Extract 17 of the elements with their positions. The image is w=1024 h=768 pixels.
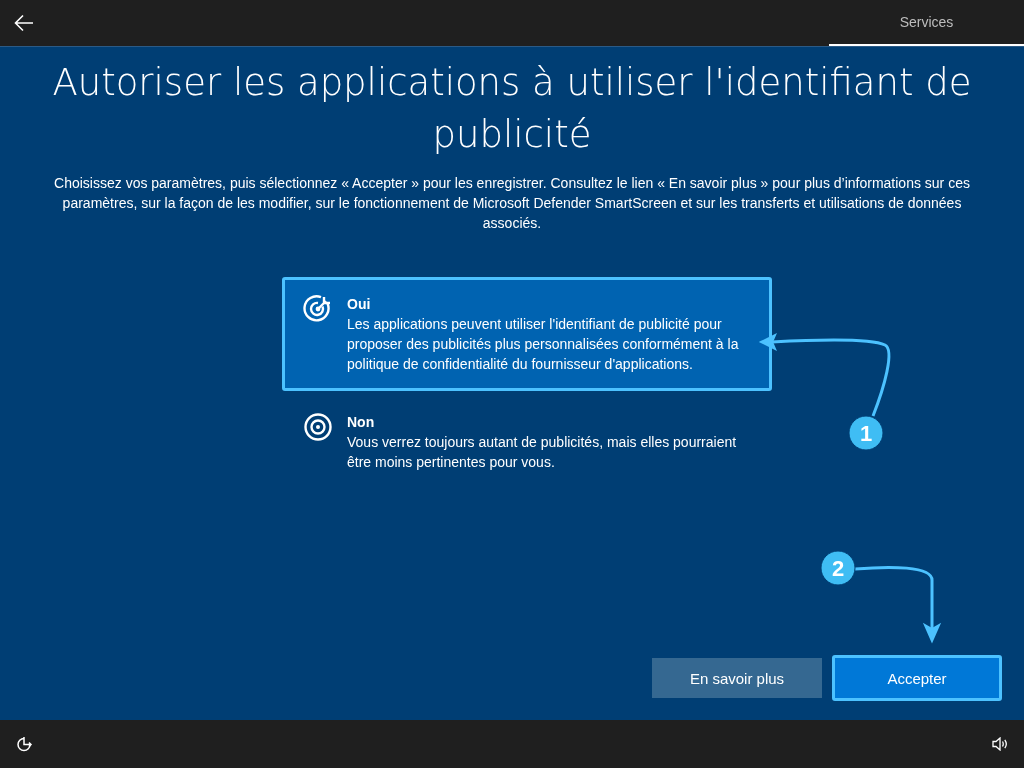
option-title: Non (347, 413, 376, 432)
description-text: Choisissez vos paramètres, puis sélectionnez « Accepter » pour les enregistrer. Consultez le lien « En savoir plus » pour plus d’informations sur ces paramètres, sur la façon de les modifier, sur le fonctionnement de Microsoft Defender SmartScreen et sur les transferts et utilisations de données associés. (53, 174, 971, 233)
option-description: Les applications peuvent utiliser l'identifiant de publicité pour proposer des publicités plus personnalisées conformément à la politique de confidentialité du fournisseur d'applications. (347, 315, 740, 374)
volume-icon[interactable] (992, 737, 1008, 751)
selected-option[interactable]: Oui Les applications peuvent utiliser l'identifiant de publicité pour proposer des publicités plus personnalisées conformément à la politique de confidentialité du fournisseur d'applications. (282, 277, 772, 391)
callout-badge: 2 (820, 550, 856, 586)
option-title: Oui (347, 295, 372, 314)
target-icon (303, 294, 333, 324)
option-description: Vous verrez toujours autant de publicités, mais elles pourraient être moins pertinentes pour vous. (347, 433, 738, 472)
accept-button[interactable]: Accepter (832, 655, 1002, 701)
callout-badge: 1 (848, 415, 884, 451)
learn-more-button[interactable]: En savoir plus (652, 658, 822, 698)
bullseye-icon (303, 412, 333, 442)
accessibility-icon[interactable] (16, 735, 34, 753)
back-arrow-icon (14, 14, 34, 32)
page-title: Autoriser les applications à utiliser l'identifiant de publicité (51, 60, 973, 158)
option[interactable]: Non Vous verrez toujours autant de publicités, mais elles pourraient être moins pertinentes pour vous. (282, 395, 772, 489)
